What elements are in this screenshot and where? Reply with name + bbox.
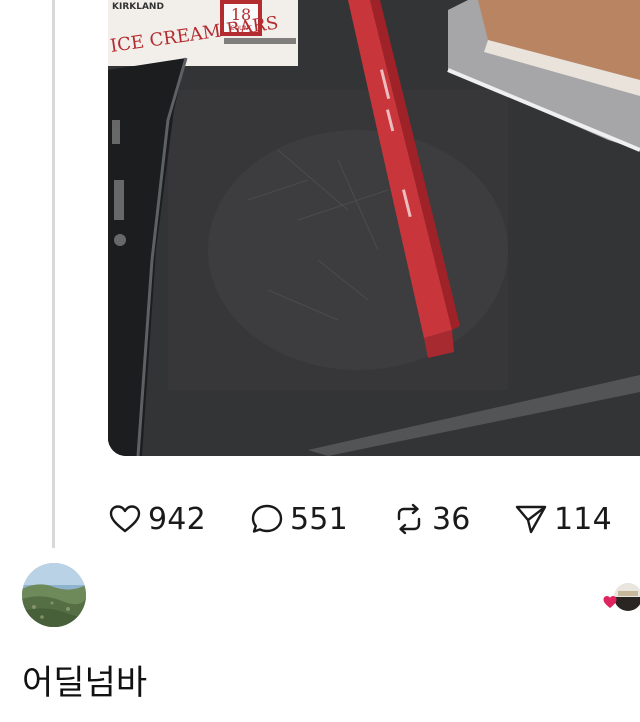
like-button[interactable]: 942 (108, 502, 206, 537)
author-avatar-small (614, 583, 640, 611)
paper-plane-icon (515, 505, 547, 534)
share-button[interactable]: 114 (514, 502, 612, 537)
repost-button[interactable]: 36 (392, 502, 471, 537)
red-heart-icon (603, 596, 617, 608)
ice-cream-box: 18 COUNT KIRKLAND ICE CREAM BARS (108, 0, 298, 66)
reply-text: 어딜넘바 (22, 663, 148, 703)
box-brand: KIRKLAND (112, 2, 164, 12)
reaction-indicator (603, 583, 640, 613)
thread-line (52, 0, 55, 548)
speech-bubble-icon (251, 504, 283, 533)
share-count: 114 (554, 501, 612, 537)
repost-count: 36 (432, 501, 471, 537)
heart-outline-icon (109, 505, 141, 533)
repost-arrows-icon (397, 503, 421, 535)
post-image[interactable]: 18 COUNT KIRKLAND ICE CREAM BARS (108, 0, 640, 456)
comment-button[interactable]: 551 (250, 502, 348, 537)
avatar[interactable] (22, 563, 86, 627)
comment-count: 551 (290, 501, 348, 537)
like-count: 942 (148, 501, 206, 537)
